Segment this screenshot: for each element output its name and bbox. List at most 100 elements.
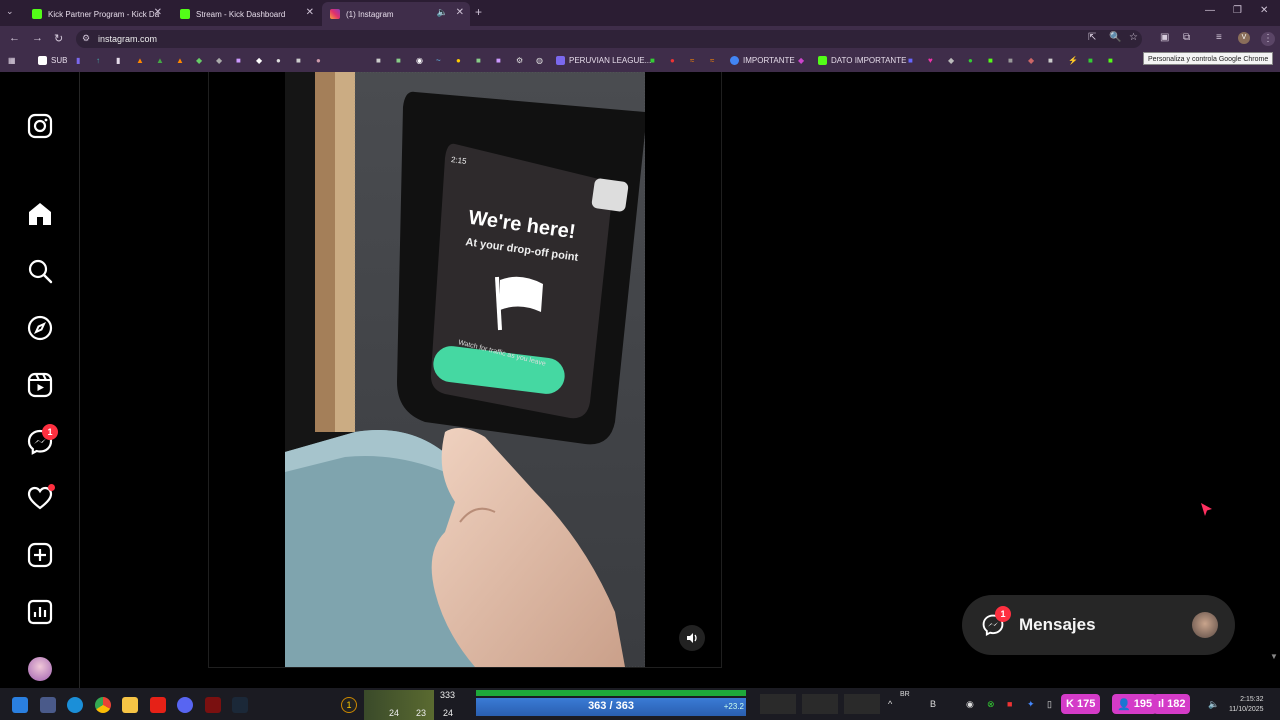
discord-icon[interactable]: [177, 697, 193, 713]
chrome-menu-icon[interactable]: ⋮: [1261, 32, 1275, 46]
bookmark-peruvian-league[interactable]: PERUVIAN LEAGUE...: [556, 56, 651, 65]
bookmark-dato-importante[interactable]: DATO IMPORTANTE: [818, 56, 906, 65]
tab-kick-dashboard[interactable]: Stream - Kick Dashboard ✕: [172, 2, 320, 26]
search-icon[interactable]: [26, 257, 54, 285]
bookmark-importante[interactable]: IMPORTANTE: [730, 56, 795, 65]
bookmark-img-icon[interactable]: ■: [376, 56, 381, 65]
profile-avatar[interactable]: V: [1238, 32, 1250, 44]
tab-search-chevron-icon[interactable]: ⌄: [6, 6, 14, 17]
bookmark-bolt-icon[interactable]: ⚡: [1068, 56, 1078, 65]
bookmark-up-icon[interactable]: ↑: [96, 56, 100, 65]
tray-app-icon[interactable]: ◉: [966, 699, 974, 710]
tray-b-icon[interactable]: B: [930, 699, 936, 709]
steam-icon[interactable]: [232, 697, 248, 713]
bookmark-gear-icon[interactable]: ⚙: [516, 56, 523, 65]
folder-icon[interactable]: [122, 697, 138, 713]
bookmark-circle-icon[interactable]: ●: [968, 56, 973, 65]
bookmark-pink-icon[interactable]: ◆: [798, 56, 804, 65]
bookmark-plus-icon[interactable]: ■: [650, 56, 655, 65]
media-control-icon[interactable]: ≡: [1216, 32, 1222, 43]
volume-tray-icon[interactable]: 🔈: [1208, 699, 1219, 710]
bookmark-ninja-icon[interactable]: ◆: [1028, 56, 1034, 65]
tray-bluetooth-icon[interactable]: ✦: [1027, 699, 1035, 710]
bookmark-orange2-icon[interactable]: ≈: [710, 56, 714, 65]
bookmark-wave-icon[interactable]: ~: [436, 56, 441, 65]
site-info-icon[interactable]: ⚙: [82, 33, 90, 44]
zoom-icon[interactable]: 🔍: [1109, 32, 1121, 43]
extensions-puzzle-icon[interactable]: ⧉: [1183, 32, 1190, 43]
bookmark-green-icon[interactable]: ◆: [196, 56, 202, 65]
bookmark-drive-icon[interactable]: ▲: [156, 56, 164, 65]
tray-xbox-icon[interactable]: ⊗: [987, 699, 995, 710]
bookmark-a3-icon[interactable]: ■: [1048, 56, 1053, 65]
bookmark-f-icon[interactable]: ▮: [116, 56, 120, 65]
bookmark-heart-icon[interactable]: ♥: [928, 56, 933, 65]
explore-compass-icon[interactable]: [26, 314, 54, 342]
bookmark-globe-icon[interactable]: ◍: [536, 56, 543, 65]
chrome-icon[interactable]: [95, 697, 111, 713]
app-icon[interactable]: [40, 697, 56, 713]
forward-icon[interactable]: →: [32, 32, 43, 44]
profile-avatar[interactable]: [28, 657, 52, 681]
apps-grid-icon[interactable]: ▦: [8, 56, 16, 65]
bookmark-cat-icon[interactable]: ●: [316, 56, 321, 65]
bookmark-chrome-icon[interactable]: ◉: [416, 56, 423, 65]
maximize-icon[interactable]: ❐: [1233, 5, 1242, 16]
minimize-icon[interactable]: —: [1205, 5, 1215, 16]
url-text[interactable]: instagram.com: [98, 34, 157, 44]
bookmark-star-icon[interactable]: ☆: [1129, 32, 1138, 43]
youtube-icon[interactable]: [150, 697, 166, 713]
conversation-avatar[interactable]: [1192, 612, 1218, 638]
tray-battery-icon[interactable]: ▯: [1047, 699, 1052, 710]
bookmark-red-icon[interactable]: ●: [670, 56, 675, 65]
messages-panel[interactable]: 1 Mensajes: [962, 595, 1235, 655]
bookmark-k-icon[interactable]: ■: [236, 56, 241, 65]
reload-icon[interactable]: ↻: [54, 32, 63, 45]
omnibox[interactable]: ⚙ instagram.com: [76, 30, 1142, 48]
close-icon[interactable]: ✕: [306, 7, 314, 18]
bookmark-sub[interactable]: SUB: [38, 56, 67, 65]
bookmark-smile-icon[interactable]: ●: [456, 56, 461, 65]
instagram-logo-icon[interactable]: [26, 112, 54, 140]
bookmark-v-icon[interactable]: ▮: [76, 56, 80, 65]
game-icon[interactable]: [205, 697, 221, 713]
bookmark-green2-icon[interactable]: ■: [476, 56, 481, 65]
extension-icon[interactable]: ▣: [1160, 32, 1169, 43]
tray-red-icon[interactable]: ■: [1007, 699, 1012, 709]
back-icon[interactable]: ←: [9, 32, 20, 44]
create-plus-icon[interactable]: [26, 541, 54, 569]
bookmark-diamond-icon[interactable]: ◆: [256, 56, 262, 65]
tab-kick-partner[interactable]: Kick Partner Program - Kick Da ✕: [24, 2, 168, 26]
bookmark-s-icon[interactable]: ■: [908, 56, 913, 65]
tray-overflow-icon[interactable]: ^: [888, 699, 892, 709]
dashboard-chart-icon[interactable]: [26, 598, 54, 626]
scroll-down-arrow-icon[interactable]: ▼: [1270, 652, 1278, 661]
system-clock[interactable]: 2:15:32 11/10/2025: [1229, 695, 1264, 715]
open-in-app-icon[interactable]: ⇱: [1088, 32, 1096, 43]
bookmark-doc-icon[interactable]: ■: [296, 56, 301, 65]
bookmark-bell-icon[interactable]: ◆: [948, 56, 954, 65]
bookmark-a-icon[interactable]: ▲: [136, 56, 144, 65]
new-tab-icon[interactable]: +: [475, 5, 482, 19]
bookmark-kick2-icon[interactable]: ■: [1108, 56, 1113, 65]
close-icon[interactable]: ✕: [456, 7, 464, 18]
bookmark-creeper-icon[interactable]: ■: [396, 56, 401, 65]
reel-video[interactable]: 2:15 We're here! At your drop-off point …: [285, 72, 645, 667]
bookmark-t-icon[interactable]: ■: [1088, 56, 1093, 65]
bookmark-gray-icon[interactable]: ◆: [216, 56, 222, 65]
bookmark-grey2-icon[interactable]: ■: [1008, 56, 1013, 65]
speaker-icon[interactable]: 🔈: [437, 7, 448, 18]
close-icon[interactable]: ✕: [154, 7, 162, 18]
close-window-icon[interactable]: ✕: [1260, 5, 1268, 16]
bookmark-kick-icon[interactable]: ■: [988, 56, 993, 65]
volume-button[interactable]: [679, 625, 705, 651]
bookmark-twitch-icon[interactable]: ■: [496, 56, 501, 65]
home-icon[interactable]: [26, 200, 54, 228]
tab-instagram[interactable]: (1) Instagram 🔈 ✕: [322, 2, 470, 26]
bookmark-orange-icon[interactable]: ≈: [690, 56, 694, 65]
bookmark-a2-icon[interactable]: ▲: [176, 56, 184, 65]
windows-start-icon[interactable]: [12, 697, 28, 713]
reels-icon[interactable]: [26, 371, 54, 399]
bookmark-b-icon[interactable]: ●: [276, 56, 281, 65]
edge-icon[interactable]: [67, 697, 83, 713]
